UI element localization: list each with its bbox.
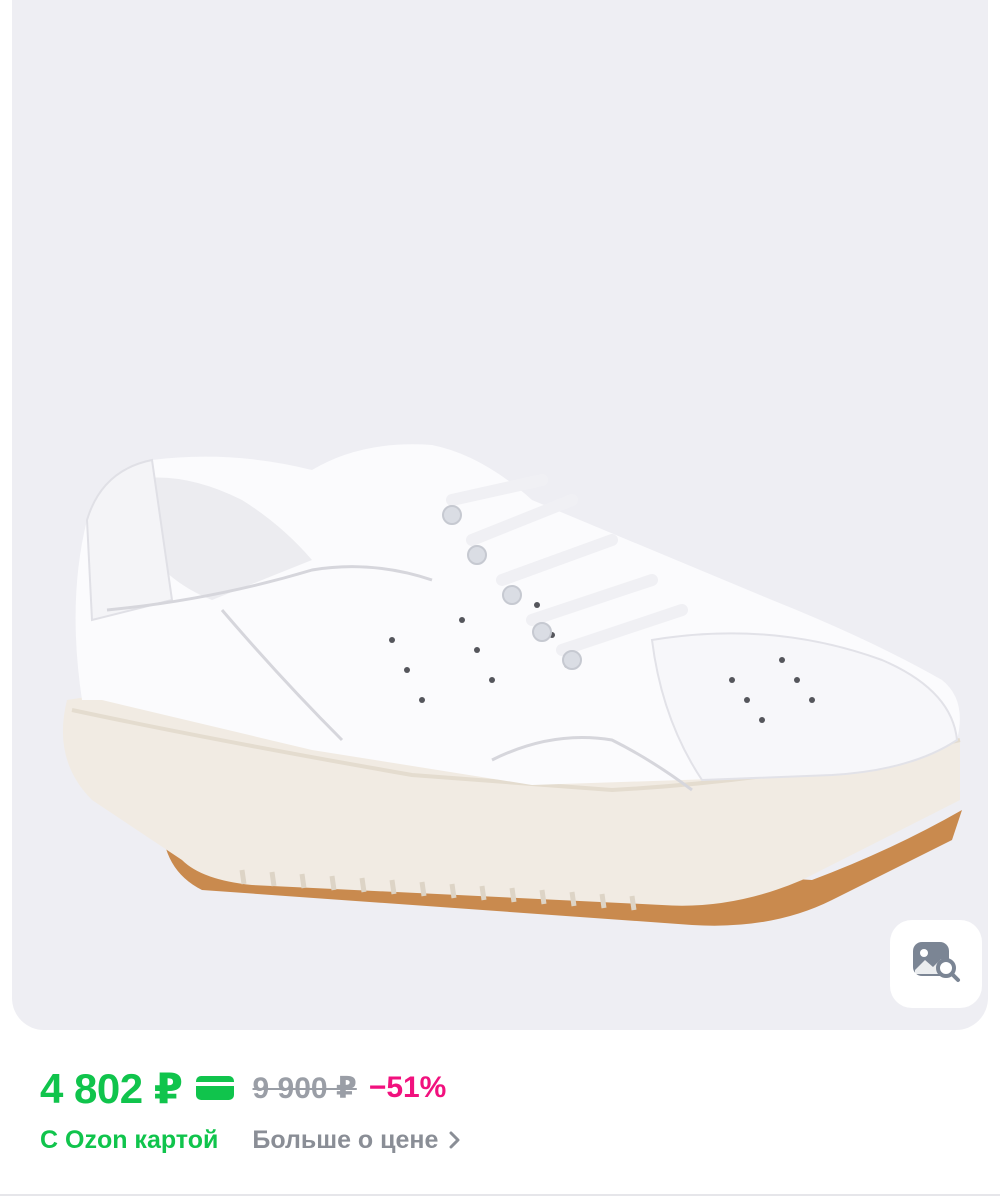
old-price: 9 900 ₽ [252,1071,357,1105]
product-photo[interactable] [12,0,988,1030]
image-search-icon [911,940,961,989]
divider [0,1194,1000,1196]
more-about-price-link[interactable]: Больше о цене [252,1126,462,1155]
discount-badge: −51% [368,1071,447,1104]
product-image-card[interactable] [12,0,988,1030]
price-row: 4 802 ₽ 9 900 ₽ −51% [40,1060,446,1116]
ozon-card-label: С Ozon картой [40,1125,219,1154]
image-search-button[interactable] [890,920,982,1008]
current-price: 4 802 ₽ [40,1064,183,1112]
price-subline: С Ozon картой Больше о цене [40,1122,462,1158]
more-about-price-label: Больше о цене [252,1125,439,1154]
card-icon [195,1075,235,1101]
chevron-right-icon [449,1131,460,1149]
